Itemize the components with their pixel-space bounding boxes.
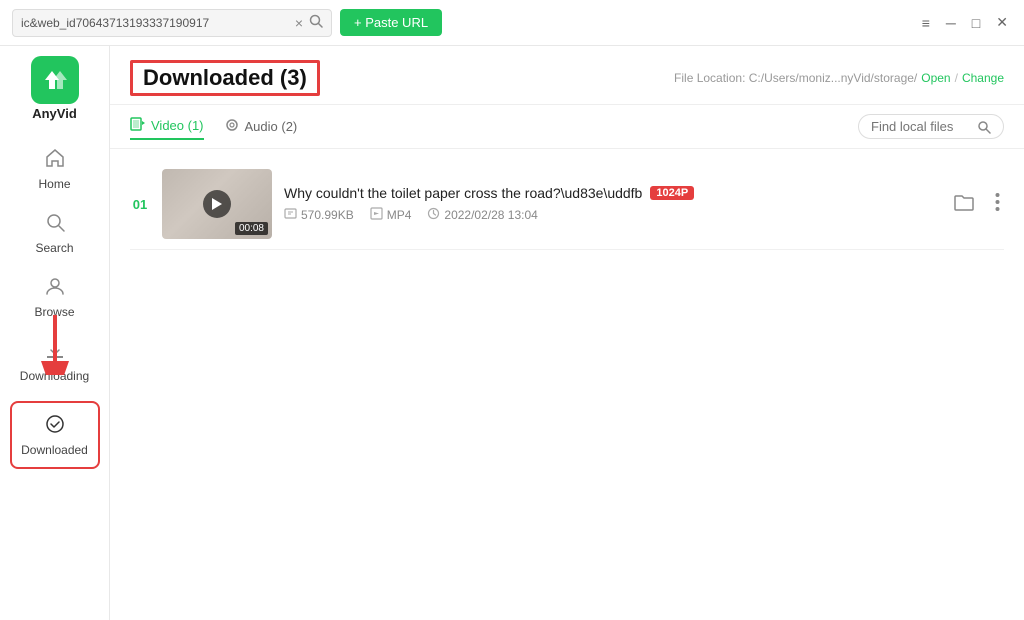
size-icon [284, 207, 297, 223]
video-tab-icon [130, 117, 146, 134]
video-tab-label: Video (1) [151, 118, 204, 133]
change-link[interactable]: Change [962, 71, 1004, 85]
video-info: Why couldn't the toilet paper cross the … [284, 185, 937, 223]
video-list: 01 00:08 Why couldn't the toilet paper c… [110, 149, 1024, 620]
tab-video[interactable]: Video (1) [130, 113, 204, 140]
sidebar-item-home[interactable]: Home [10, 137, 100, 201]
search-icon [44, 211, 66, 237]
paste-url-button[interactable]: + Paste URL [340, 9, 442, 36]
sidebar-search-label: Search [35, 241, 73, 255]
sidebar-item-browse[interactable]: Browse [10, 265, 100, 329]
file-location: File Location: C:/Users/moniz...nyVid/st… [674, 71, 1004, 85]
url-close-icon[interactable]: × [295, 15, 303, 31]
open-link[interactable]: Open [921, 71, 950, 85]
date-icon [427, 207, 440, 223]
open-folder-button[interactable] [949, 188, 979, 221]
item-number: 01 [130, 197, 150, 212]
video-title: Why couldn't the toilet paper cross the … [284, 185, 937, 201]
sidebar-item-downloaded[interactable]: Downloaded [10, 401, 100, 469]
menu-button[interactable]: ≡ [918, 13, 934, 33]
sidebar-home-label: Home [38, 177, 70, 191]
video-title-text: Why couldn't the toilet paper cross the … [284, 185, 642, 201]
url-search-icon [309, 14, 323, 32]
sidebar-item-search[interactable]: Search [10, 201, 100, 265]
audio-tab-icon [224, 118, 240, 135]
sidebar-downloaded-label: Downloaded [21, 443, 88, 457]
find-local-search[interactable] [858, 114, 1004, 139]
tabs-bar: Video (1) Audio (2) [110, 105, 1024, 149]
close-button[interactable]: ✕ [992, 12, 1012, 33]
format-icon [370, 207, 383, 223]
maximize-button[interactable]: □ [968, 13, 984, 33]
table-row: 01 00:08 Why couldn't the toilet paper c… [130, 159, 1004, 250]
separator: / [955, 71, 958, 85]
page-title: Downloaded (3) [130, 60, 320, 96]
meta-size: 570.99KB [284, 207, 354, 223]
title-bar: ic&web_id70643713193337190917 × + Paste … [0, 0, 1024, 46]
tab-audio[interactable]: Audio (2) [224, 114, 298, 139]
logo-area: AnyVid [31, 56, 79, 121]
home-icon [44, 147, 66, 173]
duration-badge: 00:08 [235, 222, 268, 235]
downloaded-icon [44, 413, 66, 439]
more-options-button[interactable] [991, 188, 1004, 221]
file-date: 2022/02/28 13:04 [444, 208, 537, 222]
sidebar: AnyVid Home Search [0, 46, 110, 620]
app-name: AnyVid [32, 106, 77, 121]
arrow-overlay [37, 315, 73, 378]
window-controls: ≡ ─ □ ✕ [918, 12, 1012, 33]
url-text: ic&web_id70643713193337190917 [21, 16, 289, 30]
find-local-input[interactable] [871, 119, 971, 134]
browse-icon [44, 275, 66, 301]
url-bar: ic&web_id70643713193337190917 × [12, 9, 332, 37]
video-meta: 570.99KB MP4 [284, 207, 937, 223]
video-thumbnail[interactable]: 00:08 [162, 169, 272, 239]
minimize-button[interactable]: ─ [942, 13, 960, 33]
video-actions [949, 188, 1004, 221]
main-layout: AnyVid Home Search [0, 46, 1024, 620]
file-format: MP4 [387, 208, 412, 222]
content-header: Downloaded (3) File Location: C:/Users/m… [110, 46, 1024, 105]
file-location-label: File Location: C:/Users/moniz...nyVid/st… [674, 71, 917, 85]
play-icon[interactable] [203, 190, 231, 218]
meta-format: MP4 [370, 207, 412, 223]
quality-badge: 1024P [650, 186, 694, 200]
content-area: Downloaded (3) File Location: C:/Users/m… [110, 46, 1024, 620]
file-size: 570.99KB [301, 208, 354, 222]
app-logo-icon [31, 56, 79, 104]
meta-date: 2022/02/28 13:04 [427, 207, 537, 223]
audio-tab-label: Audio (2) [245, 119, 298, 134]
